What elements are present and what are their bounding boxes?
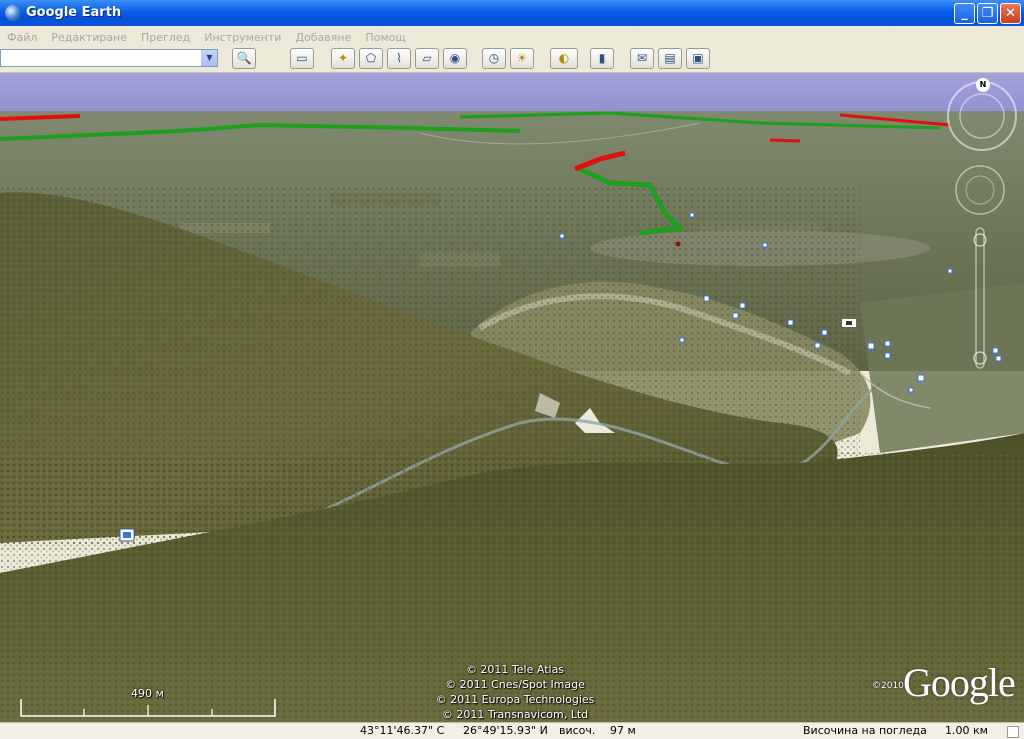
- search-dropdown-arrow-icon[interactable]: ▼: [201, 50, 217, 66]
- menu-help[interactable]: Помощ: [358, 28, 412, 44]
- add-polygon-button[interactable]: ⬠: [359, 48, 383, 69]
- streaming-status-icon: [1007, 726, 1019, 738]
- earth-3d-view[interactable]: N © 2011 Tele Atlas © 2011 Cnes/Spot Ima…: [0, 73, 1024, 722]
- menu-view[interactable]: Преглед: [134, 28, 197, 44]
- eye-altitude-label: Височина на погледа: [803, 724, 927, 737]
- zoom-slider[interactable]: [973, 227, 987, 369]
- view-in-google-maps-button[interactable]: ▣: [686, 48, 710, 69]
- copyright-cnes-spot: © 2011 Cnes/Spot Image: [445, 678, 585, 691]
- move-joystick[interactable]: [955, 165, 1005, 215]
- title-bar: Google Earth _ ❐ ✕: [0, 0, 1024, 26]
- compass-north-icon[interactable]: N: [976, 78, 990, 92]
- print-button[interactable]: ▤: [658, 48, 682, 69]
- elevation-label: височ.: [559, 724, 596, 737]
- navigation-controls: [947, 81, 1017, 369]
- email-button[interactable]: ✉: [630, 48, 654, 69]
- copyright-tele-atlas: © 2011 Tele Atlas: [465, 663, 565, 676]
- menu-edit[interactable]: Редактиране: [44, 28, 134, 44]
- sidebar-toggle-button[interactable]: ▭: [290, 48, 314, 69]
- record-tour-button[interactable]: ◉: [443, 48, 467, 69]
- menu-tools[interactable]: Инструменти: [197, 28, 288, 44]
- ruler-button[interactable]: ▮: [590, 48, 614, 69]
- toolbar: ▼ 🔍 ▭ ✦ ⬠ ⌇ ▱ ◉ ◷ ☀ ◐ ▮ ✉ ▤ ▣: [0, 46, 1024, 73]
- historical-imagery-button[interactable]: ◷: [482, 48, 506, 69]
- add-placemark-button[interactable]: ✦: [331, 48, 355, 69]
- copyright-europa: © 2011 Europa Technologies: [435, 693, 595, 706]
- look-joystick[interactable]: [947, 81, 1017, 151]
- google-logo: Google: [903, 660, 1016, 705]
- status-bar: 43°11'46.37" С 26°49'15.93" И височ. 97 …: [0, 722, 1024, 739]
- copyright-transnavicom: © 2011 Transnavicom, Ltd: [441, 708, 589, 721]
- latitude: 43°11'46.37" С: [360, 724, 445, 737]
- menu-file[interactable]: Файл: [0, 28, 44, 44]
- logo-year: ©2010: [872, 681, 904, 691]
- menu-add[interactable]: Добавяне: [288, 28, 358, 44]
- scale-bar: [20, 699, 276, 717]
- eye-altitude-value: 1.00 км: [945, 724, 988, 737]
- search-input[interactable]: ▼: [0, 49, 218, 67]
- window-title: Google Earth: [26, 5, 122, 20]
- switch-planet-button[interactable]: ◐: [550, 48, 578, 69]
- terrain-scene: [0, 73, 1024, 722]
- longitude: 26°49'15.93" И: [463, 724, 548, 737]
- minimize-button[interactable]: _: [954, 3, 975, 24]
- add-image-overlay-button[interactable]: ▱: [415, 48, 439, 69]
- google-earth-icon: [5, 5, 21, 21]
- add-path-button[interactable]: ⌇: [387, 48, 411, 69]
- menu-bar: Файл Редактиране Преглед Инструменти Добавян…: [0, 26, 1024, 46]
- search-button[interactable]: 🔍: [232, 48, 256, 69]
- maximize-button[interactable]: ❐: [977, 3, 998, 24]
- sunlight-button[interactable]: ☀: [510, 48, 534, 69]
- close-button[interactable]: ✕: [1000, 3, 1021, 24]
- elevation-value: 97 м: [610, 724, 636, 737]
